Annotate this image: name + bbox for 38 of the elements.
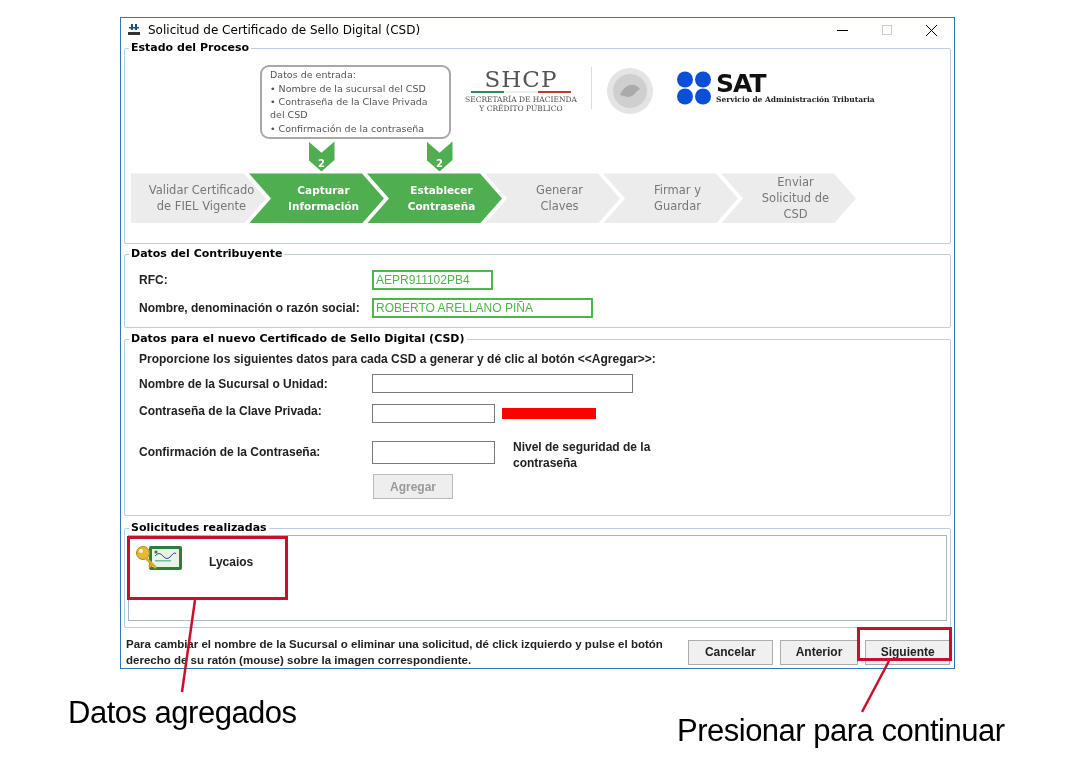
leader-line (860, 660, 891, 713)
step-badge: 2 (426, 141, 453, 172)
read-only-field: ROBERTO ARELLANO PIÑA (372, 297, 593, 318)
callout-item: • Confirmación de la contraseña (270, 121, 426, 135)
process-step: Establecer Contraseña (367, 173, 502, 224)
input-field[interactable] (372, 374, 633, 394)
minimize-icon[interactable] (837, 29, 848, 31)
logo-title: SAT (716, 72, 766, 95)
annotation-label: Datos agregados (68, 695, 297, 731)
field-label: Nombre, denominación o razón social: (139, 300, 361, 315)
dialog-button[interactable]: Cancelar (688, 639, 773, 665)
password-field[interactable] (372, 440, 495, 464)
window-title: Solicitud de Certificado de Sello Digital (CSD) (148, 23, 422, 38)
field-label: Nombre de la Sucursal o Unidad: (139, 376, 329, 391)
dots-logo-icon (676, 71, 712, 106)
app-icon (128, 24, 140, 37)
read-only-field: AEPR911102PB4 (372, 269, 493, 290)
field-label: RFC: (139, 272, 169, 287)
field-label: Contraseña de la Clave Privada: (139, 404, 323, 419)
callout-item: • Contraseña de la Clave Privada del CSD (270, 94, 429, 122)
seal-icon (606, 67, 654, 116)
instruction-text: Proporcione los siguientes datos para cada CSD a generar y dé clic al botón <<Agregar>>: (139, 352, 656, 367)
section-legend: Datos del Contribuyente (129, 246, 285, 260)
password-field[interactable] (372, 404, 495, 424)
dialog-button[interactable]: Siguiente (865, 639, 950, 665)
dialog-button[interactable]: Anterior (779, 639, 859, 665)
field-label: Confirmación de la Contraseña: (139, 445, 322, 460)
strength-caption: Nivel de seguridad de la contraseña (513, 439, 652, 472)
close-icon[interactable] (926, 24, 937, 36)
step-badge: 2 (308, 141, 335, 172)
process-step: Enviar Solicitud de CSD (721, 173, 856, 224)
section-legend: Datos para el nuevo Certificado de Sello Digital (CSD) (129, 332, 467, 346)
logo-title: SHCP (484, 67, 558, 92)
callout-title: Datos de entrada: (270, 68, 357, 82)
request-name[interactable]: Lycaios (209, 555, 254, 570)
annotation-label: Presionar para continuar (677, 713, 1005, 749)
callout-item: • Nombre de la sucursal del CSD (270, 81, 427, 95)
maximize-icon (882, 25, 892, 36)
